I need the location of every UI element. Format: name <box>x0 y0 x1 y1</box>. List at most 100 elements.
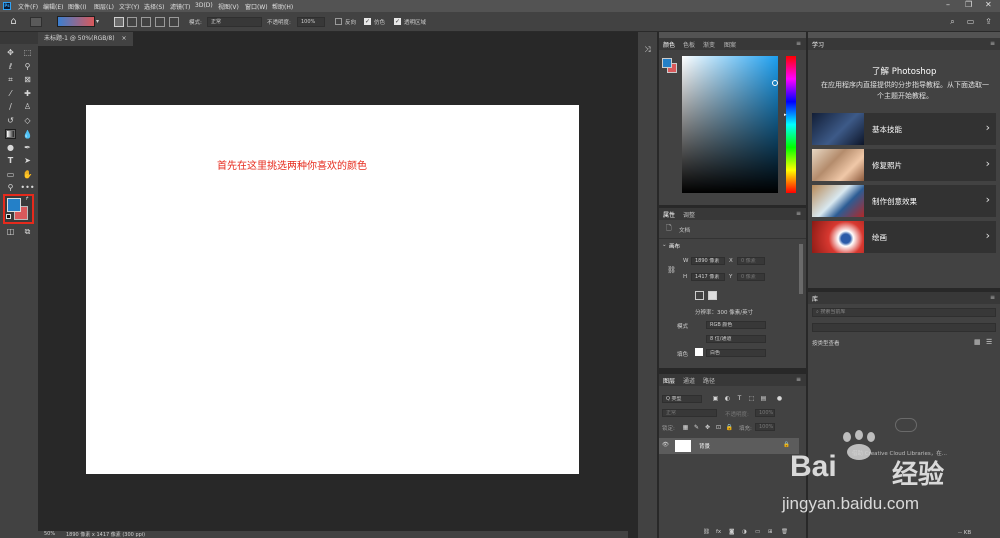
menu-help[interactable]: 帮助(H) <box>272 2 293 11</box>
panel-foreground-swatch[interactable] <box>662 58 672 68</box>
gradient-preview[interactable] <box>57 16 95 27</box>
dither-checkbox[interactable]: ✓ <box>364 18 371 25</box>
zoom-tool-icon[interactable]: ⚲ <box>6 183 15 192</box>
library-select[interactable] <box>812 323 996 332</box>
add-mask-icon[interactable]: ◙ <box>729 529 734 535</box>
filter-shape-icon[interactable]: ⬚ <box>747 394 756 403</box>
eraser-tool-icon[interactable]: ◇ <box>23 116 32 125</box>
adjustment-layer-icon[interactable]: ◑ <box>742 529 747 535</box>
rectangle-tool-icon[interactable]: ▭ <box>6 170 15 179</box>
tool-preset-picker[interactable] <box>30 17 42 27</box>
tab-channels[interactable]: 通道 <box>683 376 695 385</box>
close-window-button[interactable]: ✕ <box>985 0 992 9</box>
menu-file[interactable]: 文件(F) <box>18 2 38 11</box>
blend-mode-select[interactable]: 正常 <box>662 409 717 417</box>
foreground-color-swatch[interactable] <box>7 198 21 212</box>
doc-right-scroll[interactable] <box>628 32 638 538</box>
filter-adjust-icon[interactable]: ◐ <box>723 394 732 403</box>
fill-dropdown[interactable]: 白色 <box>706 349 766 357</box>
bit-depth-dropdown[interactable]: 8 位/通道 <box>706 335 766 343</box>
lesson-painting[interactable]: 绘画 › <box>812 221 996 253</box>
diamond-gradient-button[interactable] <box>169 17 179 27</box>
menu-view[interactable]: 视图(V) <box>218 2 239 11</box>
menu-3d[interactable]: 3D(D) <box>195 2 213 9</box>
lesson-basic-skills[interactable]: 基本技能 › <box>812 113 996 145</box>
tab-properties[interactable]: 属性 <box>663 210 675 219</box>
new-layer-icon[interactable]: ⊞ <box>768 529 773 535</box>
fill-swatch[interactable] <box>695 348 703 356</box>
filter-pixel-icon[interactable]: ▣ <box>711 394 720 403</box>
color-picker-cursor[interactable] <box>772 80 778 86</box>
history-panel-icon[interactable]: ⤨ <box>643 45 652 54</box>
transparency-checkbox[interactable]: ✓ <box>394 18 401 25</box>
workspace-icon[interactable]: ▭ <box>966 17 975 26</box>
grid-view-icon[interactable]: ▦ <box>974 338 981 346</box>
path-select-tool-icon[interactable]: ➤ <box>23 156 32 165</box>
lock-position-icon[interactable]: ✥ <box>703 423 712 432</box>
layer-row-background[interactable]: 👁 背景 🔒 <box>659 438 799 454</box>
width-field[interactable]: 1890 像素 <box>691 257 725 265</box>
lasso-tool-icon[interactable]: ℓ <box>6 62 15 71</box>
list-view-icon[interactable]: ☰ <box>986 338 992 346</box>
crop-tool-icon[interactable]: ⌗ <box>6 75 15 84</box>
panel-menu-icon[interactable]: ≡ <box>796 376 801 383</box>
layer-filter-select[interactable]: Q 类型 <box>662 395 702 403</box>
angle-gradient-button[interactable] <box>141 17 151 27</box>
library-search[interactable]: ⌕ 搜索当前库 <box>812 308 996 317</box>
frame-tool-icon[interactable]: ⊠ <box>23 75 32 84</box>
tab-color[interactable]: 颜色 <box>663 40 675 49</box>
dodge-tool-icon[interactable]: ● <box>6 143 15 152</box>
menu-type[interactable]: 文字(Y) <box>119 2 139 11</box>
hue-slider-handle[interactable]: ▸ <box>784 112 787 118</box>
home-icon[interactable]: ⌂ <box>9 16 18 26</box>
menu-edit[interactable]: 编辑(E) <box>43 2 63 11</box>
panel-menu-icon[interactable]: ≡ <box>796 210 801 217</box>
lock-transparency-icon[interactable]: ▦ <box>681 423 690 432</box>
lesson-creative-effects[interactable]: 制作创意效果 › <box>812 185 996 217</box>
brush-tool-icon[interactable]: ∕ <box>6 102 15 111</box>
tab-adjustments[interactable]: 调整 <box>683 210 695 219</box>
tab-swatches[interactable]: 色板 <box>683 40 695 49</box>
gradient-tool-icon[interactable] <box>5 129 16 139</box>
new-group-icon[interactable]: ▭ <box>755 529 760 535</box>
blur-tool-icon[interactable]: 💧 <box>23 130 33 139</box>
link-layers-icon[interactable]: ⛓ <box>703 529 710 535</box>
radial-gradient-button[interactable] <box>127 17 137 27</box>
clone-stamp-tool-icon[interactable]: ♙ <box>23 102 32 111</box>
properties-scrollbar[interactable] <box>799 244 803 294</box>
chevron-down-icon[interactable]: ⌄ <box>662 242 667 248</box>
layer-visibility-icon[interactable]: 👁 <box>662 442 669 448</box>
panel-menu-icon[interactable]: ≡ <box>796 40 801 47</box>
layer-fill-field[interactable]: 100% <box>755 423 775 431</box>
menu-select[interactable]: 选择(S) <box>144 2 165 11</box>
lesson-fix-photo[interactable]: 修复照片 › <box>812 149 996 181</box>
panel-menu-icon[interactable]: ≡ <box>990 294 995 301</box>
color-picker-field[interactable] <box>682 56 778 193</box>
pen-tool-icon[interactable]: ✒ <box>23 143 32 152</box>
healing-brush-tool-icon[interactable]: ✚ <box>23 89 32 98</box>
screen-mode-icon[interactable]: ⧉ <box>23 227 32 236</box>
reflected-gradient-button[interactable] <box>155 17 165 27</box>
landscape-icon[interactable] <box>708 291 717 300</box>
opacity-input[interactable]: 100% <box>297 17 325 27</box>
move-tool-icon[interactable]: ✥ <box>6 48 15 57</box>
lock-all-icon[interactable]: 🔒 <box>725 423 734 432</box>
menu-layer[interactable]: 图层(L) <box>94 2 114 11</box>
panel-menu-icon[interactable]: ≡ <box>990 40 995 47</box>
mode-dropdown[interactable]: RGB 颜色 <box>706 321 766 329</box>
tab-libraries[interactable]: 库 <box>812 294 818 303</box>
layer-opacity-field[interactable]: 100% <box>755 409 775 417</box>
x-field[interactable]: 0 像素 <box>737 257 765 265</box>
status-zoom[interactable]: 50% <box>44 531 55 537</box>
menu-image[interactable]: 图像(I) <box>68 2 86 11</box>
history-brush-tool-icon[interactable]: ↺ <box>6 116 15 125</box>
filter-smart-icon[interactable]: ▤ <box>759 394 768 403</box>
minimize-button[interactable]: – <box>946 0 950 9</box>
height-field[interactable]: 1417 像素 <box>691 273 725 281</box>
tab-learn[interactable]: 学习 <box>812 40 824 49</box>
marquee-tool-icon[interactable]: ⬚ <box>23 48 32 57</box>
restore-button[interactable]: ❐ <box>965 0 972 9</box>
quick-mask-icon[interactable]: ◫ <box>6 227 15 236</box>
menu-filter[interactable]: 滤镜(T) <box>170 2 190 11</box>
tab-patterns[interactable]: 图案 <box>724 40 736 49</box>
